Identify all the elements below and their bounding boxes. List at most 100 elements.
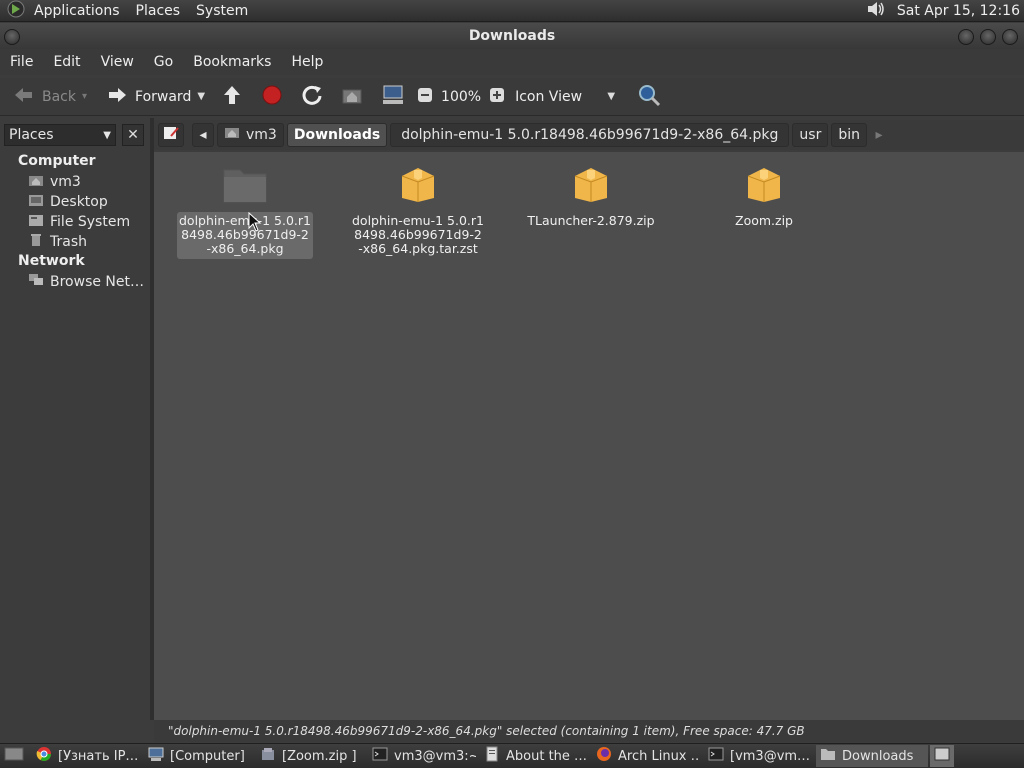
home-folder-icon xyxy=(341,85,363,109)
taskbar-item-terminal-1[interactable]: vm3@vm3:~ xyxy=(368,745,480,767)
breadcrumb-downloads[interactable]: Downloads xyxy=(286,123,388,147)
menu-go[interactable]: Go xyxy=(144,54,183,70)
taskbar: [Узнать IP… [Computer] [Zoom.zip ] vm3@v… xyxy=(0,743,1024,768)
menu-edit[interactable]: Edit xyxy=(43,54,90,70)
zoom-in-icon xyxy=(489,87,505,107)
toggle-location-entry-button[interactable] xyxy=(158,123,184,147)
workspace-icon xyxy=(934,746,950,766)
taskbar-item-terminal-2[interactable]: [vm3@vm… xyxy=(704,745,816,767)
taskbar-item-computer[interactable]: [Computer] xyxy=(144,745,256,767)
show-desktop-icon xyxy=(4,746,24,766)
taskbar-item-zoom-zip[interactable]: [Zoom.zip ] xyxy=(256,745,368,767)
menu-help[interactable]: Help xyxy=(281,54,333,70)
computer-button[interactable] xyxy=(377,82,409,112)
show-desktop-button[interactable] xyxy=(0,745,32,767)
gnome-logo-icon[interactable] xyxy=(6,0,26,23)
reload-icon xyxy=(301,84,323,110)
back-button[interactable]: Back ▾ xyxy=(8,82,91,112)
file-item-zoom-zip[interactable]: Zoom.zip xyxy=(696,164,832,231)
reload-button[interactable] xyxy=(297,82,327,112)
file-icon-view[interactable]: dolphin-emu-1 5.0.r18498.46b99671d9-2-x8… xyxy=(154,152,1024,720)
desktop-icon xyxy=(28,193,44,211)
back-arrow-icon xyxy=(12,85,36,109)
menubar: File Edit View Go Bookmarks Help xyxy=(0,49,1024,75)
archive-manager-icon xyxy=(260,746,276,766)
terminal-icon xyxy=(708,746,724,766)
document-icon xyxy=(484,746,500,766)
back-history-dropdown[interactable]: ▾ xyxy=(82,91,87,102)
window-title: Downloads xyxy=(468,28,556,44)
menu-bookmarks[interactable]: Bookmarks xyxy=(183,54,281,70)
top-panel: Applications Places System Sat Apr 15, 1… xyxy=(0,0,1024,22)
sidebar-type-select[interactable]: Places ▼ xyxy=(4,124,116,146)
sidebar-item-browse-network[interactable]: Browse Net… xyxy=(28,273,144,291)
home-button[interactable] xyxy=(337,82,367,112)
taskbar-item-downloads[interactable]: Downloads xyxy=(816,745,928,767)
computer-icon xyxy=(148,746,164,766)
menu-view[interactable]: View xyxy=(91,54,144,70)
firefox-icon xyxy=(596,746,612,766)
zoom-in-button[interactable] xyxy=(485,82,509,112)
taskbar-item-firefox[interactable]: Arch Linux … xyxy=(592,745,704,767)
close-sidebar-button[interactable]: ✕ xyxy=(122,124,144,146)
sidebar-heading-computer: Computer xyxy=(18,153,96,169)
breadcrumb-vm3[interactable]: vm3 xyxy=(217,123,284,147)
forward-history-dropdown[interactable]: ▼ xyxy=(197,91,205,102)
search-button[interactable] xyxy=(633,82,665,112)
zoom-level[interactable]: 100% xyxy=(441,89,481,105)
mouse-cursor-icon xyxy=(248,211,262,236)
breadcrumb-scroll-right[interactable]: ▸ xyxy=(870,123,888,147)
trash-icon xyxy=(28,233,44,251)
folder-icon xyxy=(177,164,313,208)
terminal-icon xyxy=(372,746,388,766)
up-arrow-icon xyxy=(221,84,243,110)
breadcrumb-scroll-left[interactable]: ◂ xyxy=(192,123,214,147)
system-menu[interactable]: System xyxy=(188,3,256,19)
network-icon xyxy=(28,273,44,291)
chevron-down-icon: ▼ xyxy=(103,129,111,141)
folder-icon xyxy=(820,746,836,766)
applications-menu[interactable]: Applications xyxy=(26,3,128,19)
menu-file[interactable]: File xyxy=(0,54,43,70)
sidebar-item-vm3[interactable]: vm3 xyxy=(28,173,81,191)
taskbar-item-chrome[interactable]: [Узнать IP… xyxy=(32,745,144,767)
stop-button[interactable] xyxy=(257,82,287,112)
search-icon xyxy=(637,83,661,111)
workspace-switcher[interactable] xyxy=(930,745,954,767)
chevron-down-icon: ▼ xyxy=(607,91,616,102)
taskbar-item-about[interactable]: About the … xyxy=(480,745,592,767)
window-menu-button[interactable] xyxy=(4,29,20,45)
close-button[interactable] xyxy=(1002,29,1018,45)
clock[interactable]: Sat Apr 15, 12:16 xyxy=(887,3,1024,19)
file-item-dolphin-folder[interactable]: dolphin-emu-1 5.0.r18498.46b99671d9-2-x8… xyxy=(177,164,313,259)
up-button[interactable] xyxy=(217,82,247,112)
forward-button[interactable]: Forward ▼ xyxy=(101,82,209,112)
package-archive-icon xyxy=(523,164,659,208)
toolbar: Back ▾ Forward ▼ 100% Icon View ▼ xyxy=(0,78,1024,116)
zoom-out-icon xyxy=(417,87,433,107)
sidebar: Places ▼ ✕ Computer vm3 Desktop File Sys… xyxy=(0,120,150,720)
sidebar-item-file-system[interactable]: File System xyxy=(28,213,130,231)
file-item-dolphin-archive[interactable]: dolphin-emu-1 5.0.r18498.46b99671d9-2-x8… xyxy=(350,164,486,259)
places-menu[interactable]: Places xyxy=(128,3,189,19)
package-archive-icon xyxy=(696,164,832,208)
view-mode-select[interactable]: Icon View ▼ xyxy=(509,82,619,112)
breadcrumb-bin[interactable]: bin xyxy=(831,123,867,147)
sidebar-item-desktop[interactable]: Desktop xyxy=(28,193,108,211)
volume-icon[interactable] xyxy=(865,0,887,23)
home-folder-icon xyxy=(28,173,44,191)
maximize-button[interactable] xyxy=(980,29,996,45)
zoom-out-button[interactable] xyxy=(413,82,437,112)
file-item-tlauncher-zip[interactable]: TLauncher-2.879.zip xyxy=(523,164,659,231)
window-titlebar[interactable]: Downloads xyxy=(0,23,1024,49)
location-bar: ◂ vm3 Downloads dolphin-emu-1 5.0.r18498… xyxy=(154,120,1024,150)
minimize-button[interactable] xyxy=(958,29,974,45)
stop-icon xyxy=(261,84,283,110)
forward-arrow-icon xyxy=(105,85,129,109)
breadcrumb-usr[interactable]: usr xyxy=(792,123,829,147)
sidebar-item-trash[interactable]: Trash xyxy=(28,233,87,251)
sidebar-heading-network: Network xyxy=(18,253,85,269)
drive-icon xyxy=(28,213,44,231)
computer-icon xyxy=(381,84,405,110)
breadcrumb-dolphin-pkg[interactable]: dolphin-emu-1 5.0.r18498.46b99671d9-2-x8… xyxy=(390,123,790,147)
